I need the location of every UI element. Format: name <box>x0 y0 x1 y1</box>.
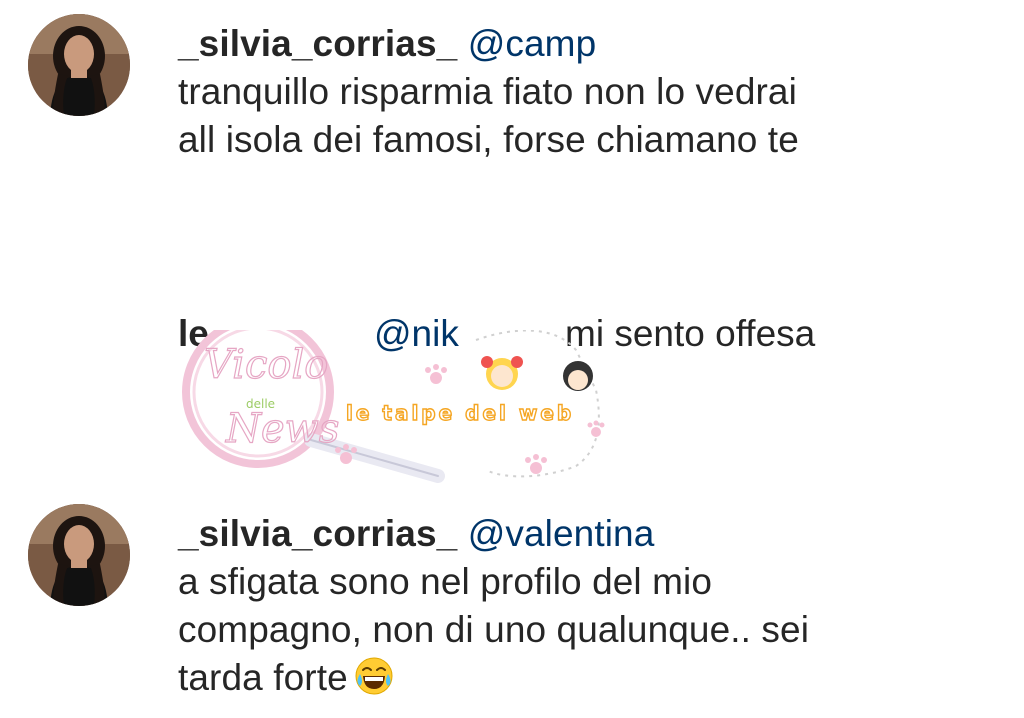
comment-mention[interactable]: @valentina <box>468 513 655 554</box>
comment-text-line: all isola dei famosi, forse chiamano te <box>178 119 799 160</box>
tears-of-joy-emoji-icon <box>355 657 393 695</box>
comment-item: _silvia_corrias_ @valentina a sfigata so… <box>0 490 1024 718</box>
comment-text-line-last: tarda forte <box>178 654 809 702</box>
comment-item: _silvia_corrias_ @camp tranquillo rispar… <box>0 0 1024 200</box>
reply-line: le @nik mi sento offesa <box>178 310 978 366</box>
watermark-brand-bottom: News <box>225 406 339 452</box>
comment-text-line: tranquillo risparmia fiato non lo vedrai <box>178 71 797 112</box>
comment-text: tarda forte <box>178 657 348 698</box>
reply-prefix: le <box>178 313 209 354</box>
comment-mention[interactable]: @camp <box>468 23 597 64</box>
user-avatar-photo-icon <box>28 14 130 116</box>
comment-username[interactable]: _silvia_corrias_ <box>178 513 457 554</box>
comment-text-line: a sfigata sono nel profilo del mio <box>178 561 713 602</box>
avatar[interactable] <box>28 504 130 606</box>
watermark-brand-small: delle <box>246 397 275 411</box>
avatar[interactable] <box>28 14 130 116</box>
reply-mention[interactable]: @nik <box>374 310 459 358</box>
reply-text: mi sento offesa <box>565 313 816 354</box>
comment-text-line: compagno, non di uno qualunque.. sei <box>178 609 810 650</box>
user-avatar-photo-icon <box>28 504 130 606</box>
comment-header-line: _silvia_corrias_ @camp <box>178 20 799 68</box>
comment-username[interactable]: _silvia_corrias_ <box>178 23 457 64</box>
comment-body: _silvia_corrias_ @camp tranquillo rispar… <box>178 20 799 164</box>
comment-body: _silvia_corrias_ @valentina a sfigata so… <box>178 510 809 702</box>
watermark-tagline: le talpe del web <box>346 401 574 425</box>
comment-header-line: _silvia_corrias_ @valentina <box>178 510 809 558</box>
